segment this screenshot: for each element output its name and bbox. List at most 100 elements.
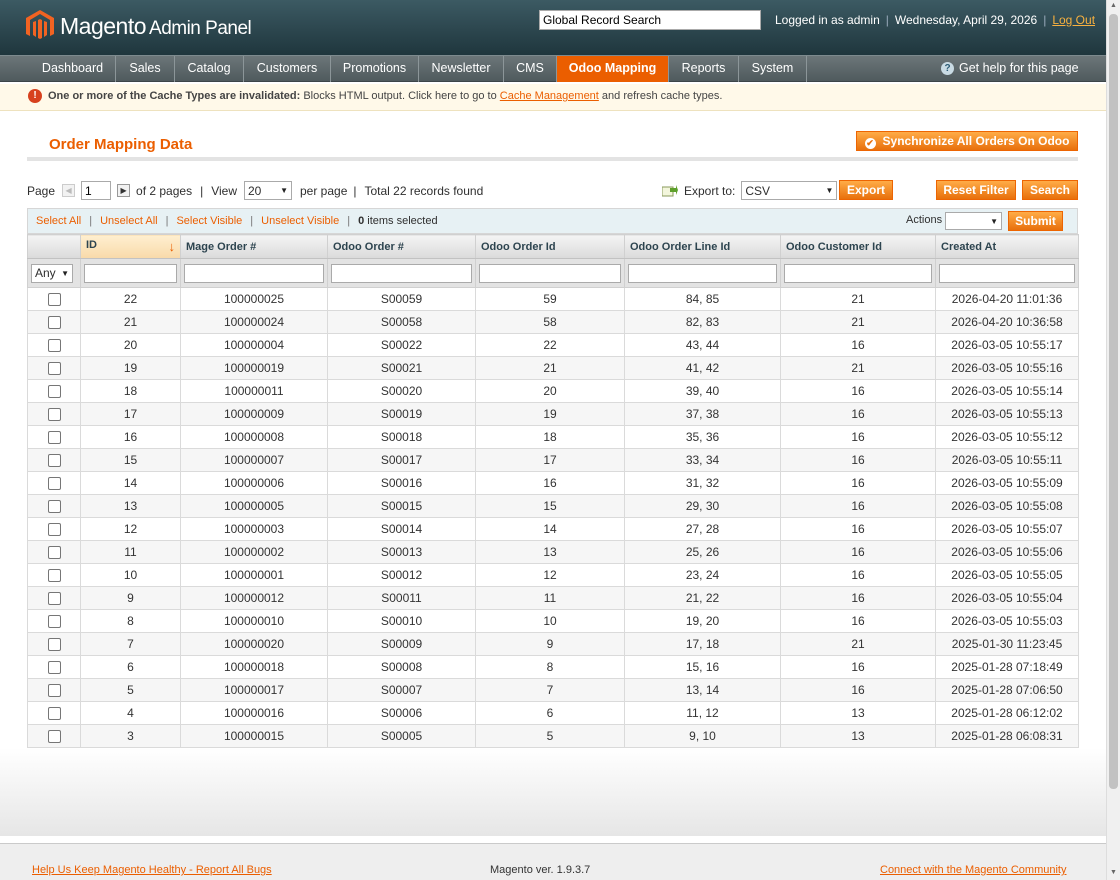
column-header-created-at[interactable]: Created At	[935, 234, 1079, 259]
row-checkbox[interactable]	[47, 546, 61, 560]
page-number-input[interactable]	[81, 181, 112, 200]
nav-catalog[interactable]: Catalog	[175, 56, 244, 82]
table-row[interactable]: 16 100000008 S00018 18 35, 36 16 2026-03-05 10…	[27, 425, 1079, 449]
filter-odoo-order-line-id-input[interactable]	[628, 263, 777, 283]
filter-created-at-input[interactable]	[939, 263, 1075, 283]
row-checkbox[interactable]	[47, 477, 61, 491]
table-row[interactable]: 9 100000012 S00011 11 21, 22 16 2026-03-05 10:…	[27, 586, 1079, 610]
scroll-down-icon[interactable]: ▼	[1110, 869, 1117, 876]
row-checkbox[interactable]	[47, 408, 61, 422]
search-button[interactable]: Search	[1022, 180, 1078, 200]
row-checkbox[interactable]	[47, 615, 61, 629]
table-row[interactable]: 14 100000006 S00016 16 31, 32 16 2026-03-05 10…	[27, 471, 1079, 495]
sync-all-orders-button[interactable]: ✔ Synchronize All Orders On Odoo	[856, 131, 1078, 151]
row-checkbox[interactable]	[47, 523, 61, 537]
reset-filter-button[interactable]: Reset Filter	[936, 180, 1016, 200]
current-date: Wednesday, April 29, 2026	[894, 13, 1038, 27]
chevron-down-icon: ▼	[280, 186, 288, 195]
row-checkbox[interactable]	[47, 661, 61, 675]
export-format-select[interactable]: CSV ▼	[741, 181, 838, 200]
community-link[interactable]: Connect with the Magento Community	[880, 864, 1066, 876]
table-row[interactable]: 3 100000015 S00005 5 9, 10 13 2025-01-28 06:08…	[27, 724, 1079, 748]
table-row[interactable]: 12 100000003 S00014 14 27, 28 16 2026-03-05 10…	[27, 517, 1079, 541]
table-row[interactable]: 18 100000011 S00020 20 39, 40 16 2026-03-05 10…	[27, 379, 1079, 403]
row-checkbox[interactable]	[47, 500, 61, 514]
table-row[interactable]: 17 100000009 S00019 19 37, 38 16 2026-03-05 10…	[27, 402, 1079, 426]
filter-id-input[interactable]	[84, 263, 177, 283]
filter-odoo-order-id-input[interactable]	[479, 263, 621, 283]
table-row[interactable]: 10 100000001 S00012 12 23, 24 16 2026-03-05 10…	[27, 563, 1079, 587]
cell-created-at: 2026-03-05 10:55:16	[935, 356, 1079, 380]
row-checkbox[interactable]	[47, 385, 61, 399]
filter-mage-order-input[interactable]	[184, 263, 324, 283]
magento-logo[interactable]: Magento Admin Panel	[26, 10, 252, 42]
nav-sales[interactable]: Sales	[116, 56, 175, 82]
cell-mage-order: 100000012	[180, 586, 328, 610]
nav-newsletter[interactable]: Newsletter	[419, 56, 504, 82]
report-bugs-link[interactable]: Help Us Keep Magento Healthy - Report Al…	[32, 864, 272, 876]
row-checkbox[interactable]	[47, 638, 61, 652]
filter-odoo-customer-id-input[interactable]	[784, 263, 932, 283]
logout-link[interactable]: Log Out	[1052, 13, 1095, 27]
select-all-link[interactable]: Select All	[36, 215, 81, 227]
row-checkbox[interactable]	[47, 362, 61, 376]
filter-odoo-order-input[interactable]	[331, 263, 472, 283]
table-row[interactable]: 19 100000019 S00021 21 41, 42 21 2026-03-05 10…	[27, 356, 1079, 380]
row-checkbox[interactable]	[47, 730, 61, 744]
table-row[interactable]: 6 100000018 S00008 8 15, 16 16 2025-01-28 07:1…	[27, 655, 1079, 679]
row-checkbox[interactable]	[47, 454, 61, 468]
table-row[interactable]: 5 100000017 S00007 7 13, 14 16 2025-01-28 07:0…	[27, 678, 1079, 702]
pager: Page ◀ ▶ of 2 pages | View 20▼ per page …	[27, 181, 483, 200]
table-row[interactable]: 21 100000024 S00058 58 82, 83 21 2026-04-20 10…	[27, 310, 1079, 334]
unselect-visible-link[interactable]: Unselect Visible	[261, 215, 339, 227]
column-header-odoo-customer-id[interactable]: Odoo Customer Id	[780, 234, 936, 259]
row-checkbox[interactable]	[47, 569, 61, 583]
nav-promotions[interactable]: Promotions	[331, 56, 419, 82]
unselect-all-link[interactable]: Unselect All	[100, 215, 157, 227]
row-checkbox[interactable]	[47, 684, 61, 698]
table-row[interactable]: 22 100000025 S00059 59 84, 85 21 2026-04-20 11…	[27, 287, 1079, 311]
table-row[interactable]: 7 100000020 S00009 9 17, 18 21 2025-01-30 11:2…	[27, 632, 1079, 656]
column-header-mage-order[interactable]: Mage Order #	[180, 234, 328, 259]
table-row[interactable]: 13 100000005 S00015 15 29, 30 16 2026-03-05 10…	[27, 494, 1079, 518]
scroll-thumb[interactable]	[1109, 14, 1118, 789]
select-visible-link[interactable]: Select Visible	[176, 215, 242, 227]
nav-dashboard[interactable]: Dashboard	[30, 56, 116, 82]
table-row[interactable]: 11 100000002 S00013 13 25, 26 16 2026-03-05 10…	[27, 540, 1079, 564]
cell-id: 4	[80, 701, 181, 725]
submit-button[interactable]: Submit	[1008, 211, 1063, 231]
row-checkbox[interactable]	[47, 293, 61, 307]
row-checkbox[interactable]	[47, 707, 61, 721]
cache-management-link[interactable]: Cache Management	[500, 90, 599, 102]
global-search-input[interactable]	[539, 10, 761, 30]
actions-select[interactable]: ▼	[945, 212, 1002, 230]
help-link[interactable]: ? Get help for this page	[941, 61, 1079, 75]
nav-cms[interactable]: CMS	[504, 56, 557, 82]
row-checkbox[interactable]	[47, 431, 61, 445]
nav-customers[interactable]: Customers	[244, 56, 331, 82]
column-header-id[interactable]: ID ↓	[80, 234, 181, 259]
cell-created-at: 2026-03-05 10:55:04	[935, 586, 1079, 610]
table-row[interactable]: 4 100000016 S00006 6 11, 12 13 2025-01-28 06:1…	[27, 701, 1079, 725]
massaction-filter-select[interactable]: Any ▼	[31, 263, 73, 283]
column-header-odoo-order-id[interactable]: Odoo Order Id	[475, 234, 625, 259]
vertical-scrollbar[interactable]: ▲ ▼	[1106, 0, 1120, 880]
column-header-odoo-order[interactable]: Odoo Order #	[327, 234, 476, 259]
nav-system[interactable]: System	[739, 56, 807, 82]
cell-id: 5	[80, 678, 181, 702]
per-page-select[interactable]: 20 ▼	[244, 181, 292, 200]
nav-odoo-mapping[interactable]: Odoo Mapping	[557, 56, 669, 82]
cell-id: 22	[80, 287, 181, 311]
cell-odoo-order-id: 18	[475, 425, 625, 449]
column-header-odoo-order-line-id[interactable]: Odoo Order Line Id	[624, 234, 781, 259]
scroll-up-icon[interactable]: ▲	[1110, 2, 1117, 9]
row-checkbox[interactable]	[47, 316, 61, 330]
table-row[interactable]: 8 100000010 S00010 10 19, 20 16 2026-03-05 10:…	[27, 609, 1079, 633]
row-checkbox[interactable]	[47, 339, 61, 353]
table-row[interactable]: 20 100000004 S00022 22 43, 44 16 2026-03-05 10…	[27, 333, 1079, 357]
nav-reports[interactable]: Reports	[669, 56, 739, 82]
row-checkbox[interactable]	[47, 592, 61, 606]
next-page-icon[interactable]: ▶	[117, 184, 131, 197]
export-button[interactable]: Export	[839, 180, 893, 200]
table-row[interactable]: 15 100000007 S00017 17 33, 34 16 2026-03-05 10…	[27, 448, 1079, 472]
